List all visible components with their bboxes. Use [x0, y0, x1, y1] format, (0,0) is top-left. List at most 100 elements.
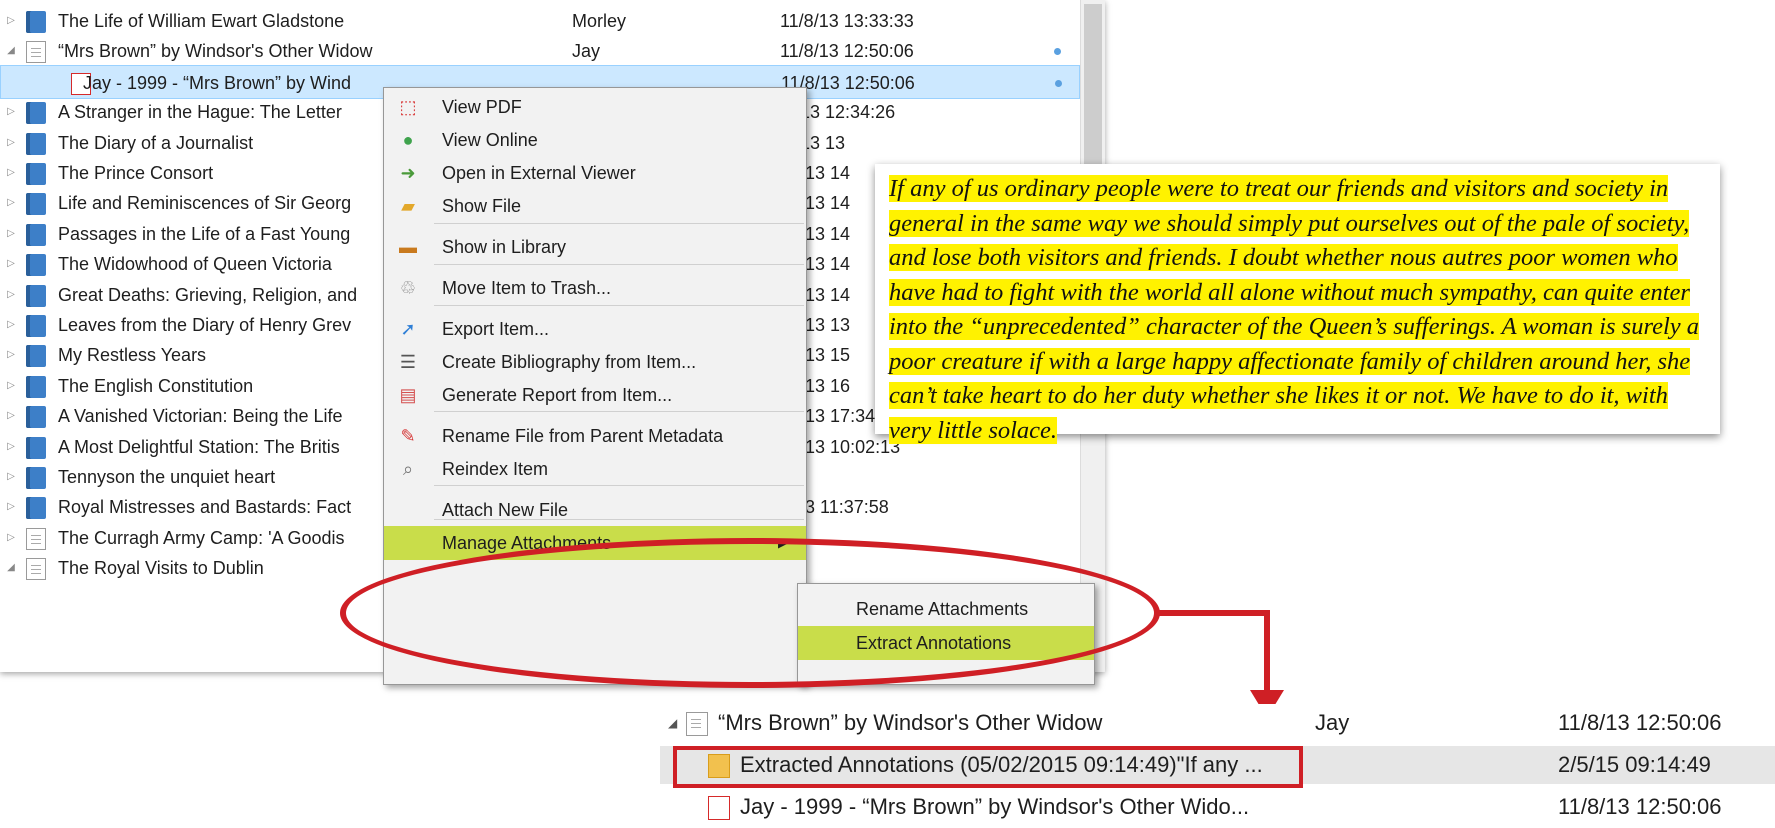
menu-item-label: Export Item... — [442, 319, 550, 339]
item-title: Leaves from the Diary of Henry Grev — [58, 315, 352, 335]
item-date-modified: 11/8/13 12:50:06 — [780, 41, 914, 62]
menu-item-label: Show File — [442, 196, 522, 216]
item-creator: Jay — [572, 41, 601, 62]
expand-twisty-icon[interactable]: ▷ — [4, 460, 18, 494]
expand-twisty-icon[interactable]: ▷ — [4, 247, 18, 281]
item-date-modified: 2/5/15 09:14:49 — [1558, 752, 1711, 777]
collapse-twisty-icon[interactable]: ◢ — [4, 551, 18, 585]
menu-item-generate-report-from-item[interactable]: ▤ Generate Report from Item... — [384, 378, 806, 412]
expand-twisty-icon[interactable]: ▷ — [4, 278, 18, 312]
annotation-quote-box: If any of us ordinary people were to tre… — [875, 164, 1720, 444]
unread-dot-icon — [1055, 79, 1062, 87]
expand-twisty-icon[interactable]: ▷ — [4, 399, 18, 433]
menu-item-label: Rename File from Parent Metadata — [442, 426, 724, 446]
expand-twisty-icon[interactable]: ▷ — [4, 338, 18, 372]
item-title: Tennyson the unquiet heart — [58, 467, 276, 487]
result-highlight-box — [673, 746, 1303, 788]
item-date-modified: 11/8/13 12:50:06 — [1558, 794, 1722, 819]
menu-item-label: View PDF — [442, 97, 522, 117]
callout-arrow-horizontal — [1158, 610, 1270, 616]
unread-dot-icon — [1054, 48, 1061, 56]
menu-item-show-in-library[interactable]: ▬ Show in Library — [384, 230, 806, 264]
menu-item-view-pdf[interactable]: ⬚ View PDF — [384, 90, 806, 124]
expand-twisty-icon[interactable]: ▷ — [4, 156, 18, 190]
menu-item-create-bibliography-from-item[interactable]: ☰ Create Bibliography from Item... — [384, 345, 806, 379]
book-icon — [26, 315, 46, 337]
scrollbar-thumb[interactable] — [1084, 4, 1102, 174]
menu-separator — [434, 264, 804, 265]
item-title: A Vanished Victorian: Being the Life — [58, 406, 343, 427]
bibliography-icon: ☰ — [399, 352, 417, 372]
item-date-modified: 11/8/13 13:33:33 — [780, 11, 914, 31]
menu-item-label: Reindex Item — [442, 459, 549, 479]
book-icon — [26, 102, 46, 125]
pdf-icon: ⬚ — [399, 97, 417, 117]
callout-arrow-vertical — [1264, 610, 1270, 695]
book-icon — [26, 11, 46, 33]
menu-item-label: Create Bibliography from Item... — [442, 352, 697, 372]
book-icon — [26, 163, 46, 185]
trash-icon: ♲ — [399, 278, 417, 298]
book-icon — [26, 467, 46, 489]
document-icon — [26, 558, 46, 581]
menu-item-open-in-external-viewer[interactable]: ➜ Open in External Viewer — [384, 156, 806, 190]
expand-twisty-icon[interactable]: ▷ — [4, 126, 18, 160]
collapse-twisty-icon[interactable]: ◢ — [668, 704, 677, 742]
menu-item-label: Show in Library — [442, 237, 567, 257]
result-row[interactable]: ◢ “Mrs Brown” by Windsor's Other Widow Jay… — [660, 704, 1775, 742]
collapse-twisty-icon[interactable]: ◢ — [4, 34, 18, 68]
book-icon — [26, 375, 46, 398]
expand-twisty-icon[interactable]: ▷ — [4, 4, 18, 38]
list-row[interactable]: ◢ “Mrs Brown” by Windsor's Other Widow Jay… — [0, 34, 1080, 68]
document-icon — [26, 41, 46, 64]
book-icon — [26, 345, 46, 368]
menu-item-show-file[interactable]: ▰ Show File — [384, 189, 806, 223]
item-title: The Curragh Army Camp: 'A Goodis — [58, 527, 345, 548]
item-date-modified: 11/8/13 12:50:06 — [1558, 710, 1722, 735]
pdf-icon — [708, 796, 730, 820]
expand-twisty-icon[interactable]: ▷ — [4, 521, 18, 555]
globe-icon: ● — [402, 130, 414, 150]
menu-item-view-online[interactable]: ● View Online — [384, 123, 806, 157]
expand-twisty-icon[interactable]: ▷ — [4, 186, 18, 220]
expand-twisty-icon[interactable]: ▷ — [4, 430, 18, 464]
report-icon: ▤ — [399, 385, 417, 405]
item-title: Royal Mistresses and Bastards: Fact — [58, 497, 352, 518]
expand-twisty-icon[interactable]: ▷ — [4, 490, 18, 524]
document-icon — [686, 712, 708, 736]
menu-item-move-item-to-trash[interactable]: ♲ Move Item to Trash... — [384, 271, 806, 305]
item-title: “Mrs Brown” by Windsor's Other Widow — [58, 41, 373, 62]
expand-twisty-icon[interactable]: ▷ — [4, 217, 18, 251]
expand-twisty-icon[interactable]: ▷ — [4, 369, 18, 403]
menu-item-export-item[interactable]: ➚ Export Item... — [384, 312, 806, 346]
expand-twisty-icon[interactable]: ▷ — [4, 308, 18, 342]
book-icon — [26, 436, 46, 459]
list-row[interactable]: ▷ The Life of William Ewart Gladstone Morl… — [0, 4, 1080, 38]
item-title: The Prince Consort — [58, 163, 214, 183]
item-creator: Jay — [1315, 710, 1350, 735]
folder-icon: ▰ — [401, 196, 415, 216]
item-title: Great Deaths: Grieving, Religion, and — [58, 284, 358, 305]
external-viewer-icon: ➜ — [400, 163, 416, 183]
expand-twisty-icon[interactable]: ▷ — [4, 95, 18, 129]
item-creator: Morley — [572, 11, 627, 31]
item-title: “Mrs Brown” by Windsor's Other Widow — [718, 710, 1103, 735]
book-icon — [26, 497, 46, 520]
document-icon — [26, 527, 46, 550]
item-title: The Widowhood of Queen Victoria — [58, 254, 332, 275]
menu-item-reindex-item[interactable]: ⌕ Reindex Item — [384, 452, 806, 486]
book-icon — [26, 284, 46, 307]
callout-ellipse — [340, 538, 1160, 688]
result-row[interactable]: Jay - 1999 - “Mrs Brown” by Windsor's Ot… — [660, 788, 1775, 826]
menu-item-label: Open in External Viewer — [442, 163, 636, 183]
book-icon — [26, 223, 46, 246]
menu-item-attach-new-file[interactable]: Attach New File — [384, 493, 806, 527]
menu-item-label: Attach New File — [442, 500, 569, 520]
menu-item-label: Move Item to Trash... — [442, 278, 612, 298]
item-title: The English Constitution — [58, 375, 254, 396]
item-title: Life and Reminiscences of Sir Georg — [58, 193, 352, 214]
item-title: Passages in the Life of a Fast Young — [58, 223, 351, 244]
book-icon — [26, 254, 46, 277]
menu-item-rename-file-from-parent-metadata[interactable]: ✎ Rename File from Parent Metadata — [384, 419, 806, 453]
export-icon: ➚ — [400, 319, 416, 339]
